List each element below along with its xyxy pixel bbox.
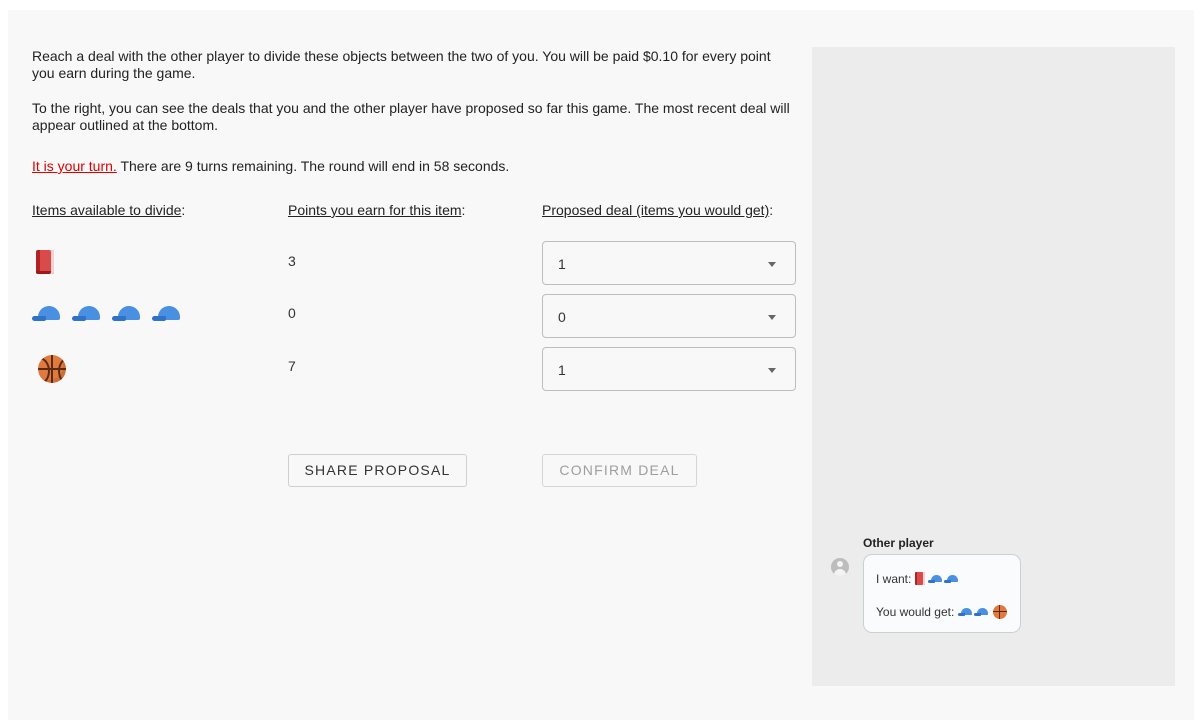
dropdown-arrow-icon [768,315,776,320]
dropdown-arrow-icon [768,368,776,373]
book-icon [36,250,54,274]
get-label: You would get: [876,605,958,619]
message-sender: Other player [863,536,934,550]
proposed-value-basketball: 1 [558,362,566,378]
proposed-value-cap: 0 [558,309,566,325]
confirm-deal-button[interactable]: CONFIRM DEAL [542,454,697,487]
proposed-header: Proposed deal (items you would get): [542,202,774,218]
cap-icon [152,304,182,322]
want-label: I want: [876,572,915,586]
proposed-header-label: Proposed deal (items you would get) [542,202,770,218]
cap-icon [928,574,943,584]
proposed-select-basketball[interactable]: 1 [542,347,796,391]
proposal-history-panel: Other player I want: You would get: [812,47,1175,686]
cap-icon [944,574,959,584]
proposal-message-bubble: I want: You would get: [863,554,1021,633]
avatar-icon [831,558,849,576]
cap-icon [32,304,62,322]
basketball-icon [992,605,1007,619]
proposed-select-cap[interactable]: 0 [542,294,796,338]
proposed-value-book: 1 [558,256,566,272]
points-value-basketball: 7 [288,358,296,374]
cap-icon [72,304,102,322]
share-proposal-button[interactable]: SHARE PROPOSAL [288,454,467,487]
cap-icon [973,607,989,617]
points-header-label: Points you earn for this item [288,202,462,218]
instructions-paragraph-1: Reach a deal with the other player to di… [32,48,771,81]
turn-status: It is your turn. There are 9 turns remai… [32,158,792,175]
message-want-line: I want: [876,572,960,586]
basketball-icon [38,355,66,383]
dropdown-arrow-icon [768,262,776,267]
book-icon [914,572,925,585]
proposed-select-book[interactable]: 1 [542,241,796,285]
items-header-label: Items available to divide [32,202,182,218]
turn-remaining-text: There are 9 turns remaining. The round w… [116,158,510,174]
game-page: Reach a deal with the other player to di… [8,10,1194,720]
cap-icon [112,304,142,322]
cap-icon [957,607,973,617]
items-header: Items available to divide: [32,202,186,218]
points-header: Points you earn for this item: [288,202,466,218]
points-value-cap: 0 [288,305,296,321]
turn-notice: It is your turn. [32,158,117,174]
points-value-book: 3 [288,253,296,269]
message-get-line: You would get: [876,605,1007,619]
instructions-paragraph-2: To the right, you can see the deals that… [32,100,790,133]
